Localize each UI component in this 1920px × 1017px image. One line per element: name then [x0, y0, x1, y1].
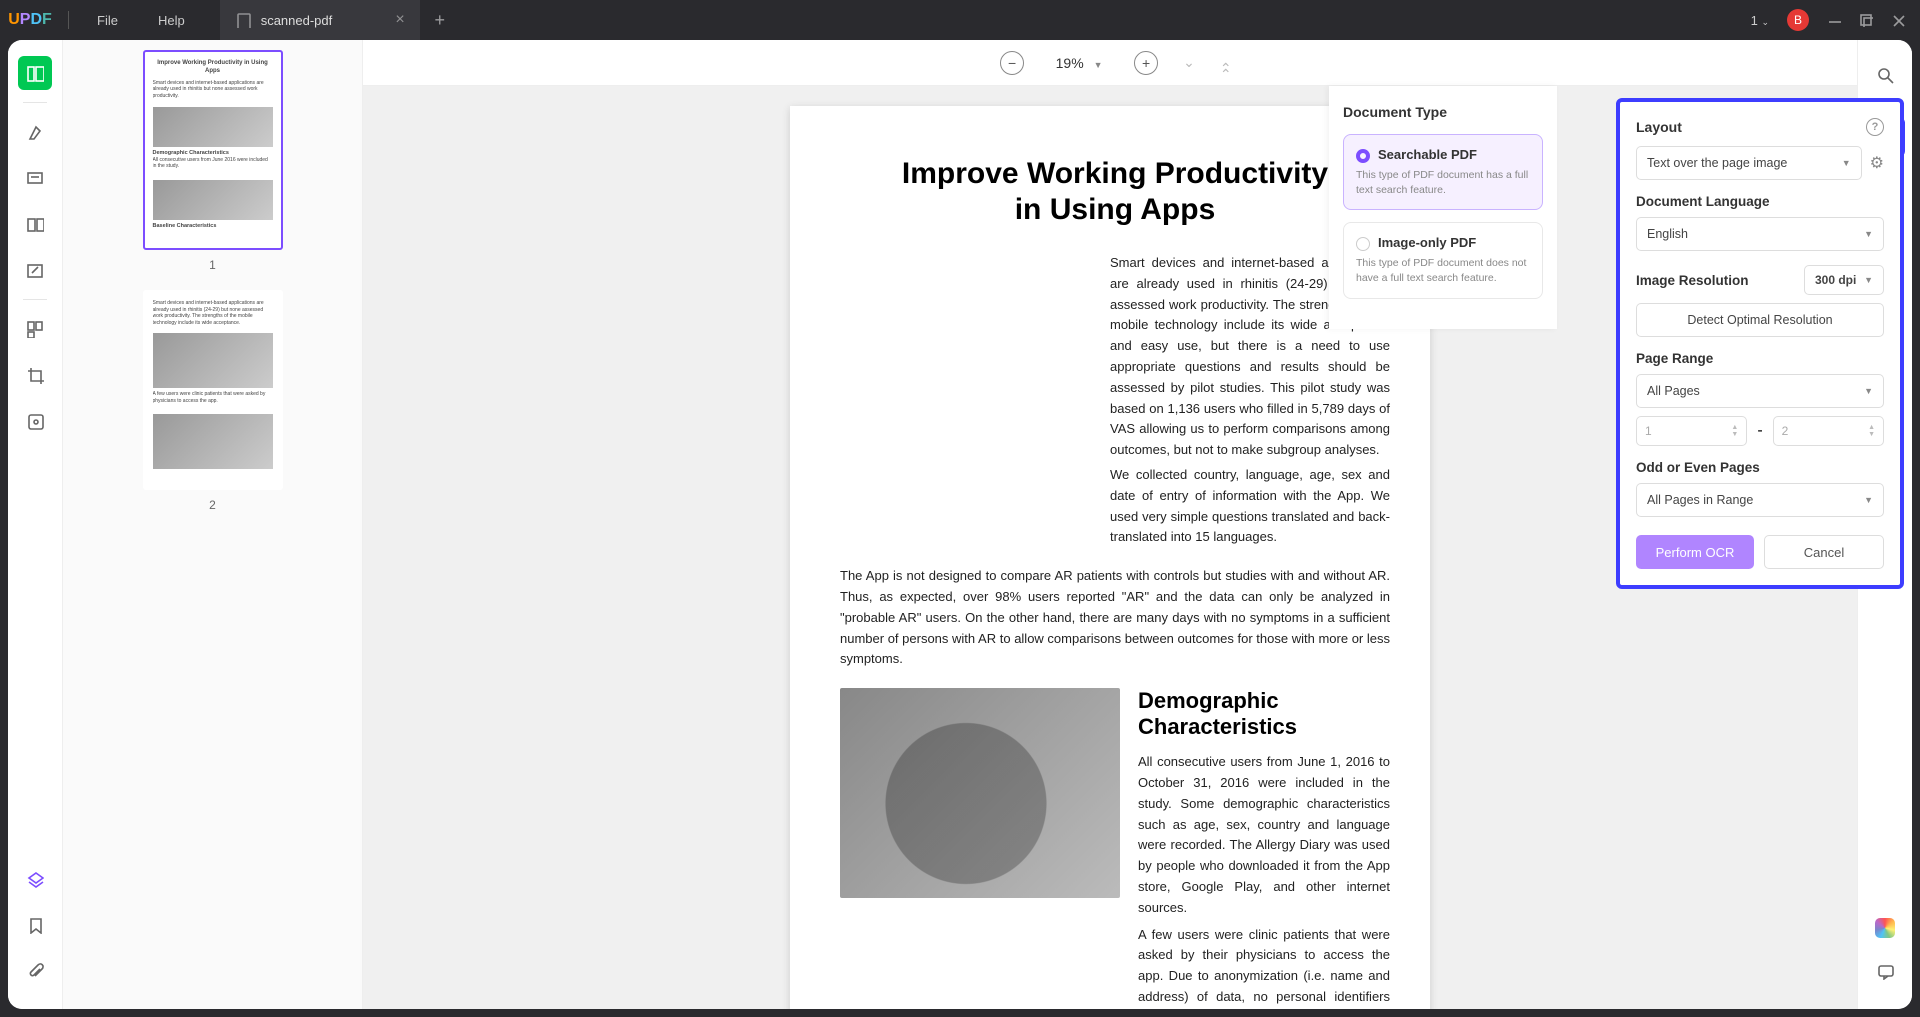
document-paragraph: All consecutive users from June 1, 2016 … — [1138, 752, 1390, 918]
cancel-button[interactable]: Cancel — [1764, 535, 1884, 569]
attachment-button[interactable] — [18, 954, 52, 988]
chat-button[interactable] — [1868, 954, 1902, 988]
thumbnails-panel-button[interactable] — [18, 56, 52, 90]
document-paragraph: The App is not designed to compare AR pa… — [840, 566, 1390, 670]
new-tab-button[interactable]: + — [420, 10, 460, 31]
organize-pages-button[interactable] — [18, 312, 52, 346]
document-paragraph: A few users were clinic patients that we… — [1138, 925, 1390, 1009]
zoom-level[interactable]: 19%▼ — [1049, 55, 1109, 71]
tab-title: scanned-pdf — [261, 13, 396, 28]
viewer-toolbar: − 19%▼ + ⌄ ⌃⌃ — [363, 40, 1857, 86]
bookmark-button[interactable] — [18, 908, 52, 942]
page-range-label: Page Range — [1636, 351, 1884, 366]
scroll-down-icon[interactable]: ⌄ — [1183, 54, 1195, 71]
gear-icon[interactable]: ⚙ — [1870, 153, 1884, 173]
layout-heading: Layout ? — [1636, 118, 1884, 136]
document-type-heading: Document Type — [1343, 104, 1543, 120]
app-logo: UPDF — [0, 11, 60, 29]
document-image — [840, 688, 1120, 898]
range-separator: - — [1757, 422, 1762, 440]
radio-selected-icon — [1356, 149, 1370, 163]
range-to-input[interactable]: 2 ▲▼ — [1773, 416, 1884, 446]
perform-ocr-button[interactable]: Perform OCR — [1636, 535, 1754, 569]
range-from-input[interactable]: 1 ▲▼ — [1636, 416, 1747, 446]
document-paragraph: We collected country, language, age, sex… — [1110, 465, 1390, 548]
edit-tool-button[interactable] — [18, 253, 52, 287]
user-avatar[interactable]: B — [1787, 9, 1809, 31]
layout-select[interactable]: Text over the page image▼ — [1636, 146, 1862, 180]
comment-tool-button[interactable] — [18, 161, 52, 195]
thumbnail-number: 1 — [143, 258, 283, 272]
menu-file[interactable]: File — [77, 13, 138, 28]
resolution-label: Image Resolution 300 dpi▼ — [1636, 265, 1884, 295]
search-button[interactable] — [1868, 58, 1902, 92]
section-heading: Demographic Characteristics — [1138, 688, 1390, 740]
close-window-icon[interactable] — [1891, 13, 1905, 27]
ocr-settings-panel: Layout ? Text over the page image▼ ⚙ Doc… — [1616, 98, 1904, 589]
help-icon[interactable]: ? — [1866, 118, 1884, 136]
left-tool-rail — [8, 40, 63, 1009]
minimize-icon[interactable] — [1827, 13, 1841, 27]
odd-even-select[interactable]: All Pages in Range▼ — [1636, 483, 1884, 517]
language-select[interactable]: English▼ — [1636, 217, 1884, 251]
resolution-select[interactable]: 300 dpi▼ — [1804, 265, 1884, 295]
menu-help[interactable]: Help — [138, 13, 205, 28]
thumbnail-page-2[interactable]: Smart devices and internet-based applica… — [143, 290, 283, 512]
detect-resolution-button[interactable]: Detect Optimal Resolution — [1636, 303, 1884, 337]
odd-even-label: Odd or Even Pages — [1636, 460, 1884, 475]
searchable-pdf-option[interactable]: Searchable PDF This type of PDF document… — [1343, 134, 1543, 210]
document-icon — [235, 12, 251, 28]
thumbnail-number: 2 — [143, 498, 283, 512]
language-label: Document Language — [1636, 194, 1884, 209]
document-tab[interactable]: scanned-pdf × — [220, 0, 420, 40]
crop-tool-button[interactable] — [18, 358, 52, 392]
form-tool-button[interactable] — [18, 404, 52, 438]
document-type-panel: Document Type Searchable PDF This type o… — [1329, 86, 1557, 329]
page-indicator[interactable]: 1 ⌄ — [1751, 13, 1769, 28]
highlight-tool-button[interactable] — [18, 115, 52, 149]
layers-button[interactable] — [18, 862, 52, 896]
tab-close-icon[interactable]: × — [395, 11, 404, 29]
page-title: Improve Working Productivityin Using App… — [840, 156, 1390, 228]
radio-unselected-icon — [1356, 237, 1370, 251]
thumbnail-panel: Improve Working Productivity in Using Ap… — [63, 40, 363, 1009]
page-range-select[interactable]: All Pages▼ — [1636, 374, 1884, 408]
maximize-icon[interactable] — [1859, 13, 1873, 27]
zoom-out-button[interactable]: − — [1000, 51, 1024, 75]
image-only-pdf-option[interactable]: Image-only PDF This type of PDF document… — [1343, 222, 1543, 298]
zoom-in-button[interactable]: + — [1134, 51, 1158, 75]
thumbnail-page-1[interactable]: Improve Working Productivity in Using Ap… — [143, 50, 283, 272]
titlebar: UPDF File Help scanned-pdf × + 1 ⌄ B — [0, 0, 1920, 40]
ai-assistant-icon[interactable] — [1875, 918, 1895, 938]
reading-mode-button[interactable] — [18, 207, 52, 241]
